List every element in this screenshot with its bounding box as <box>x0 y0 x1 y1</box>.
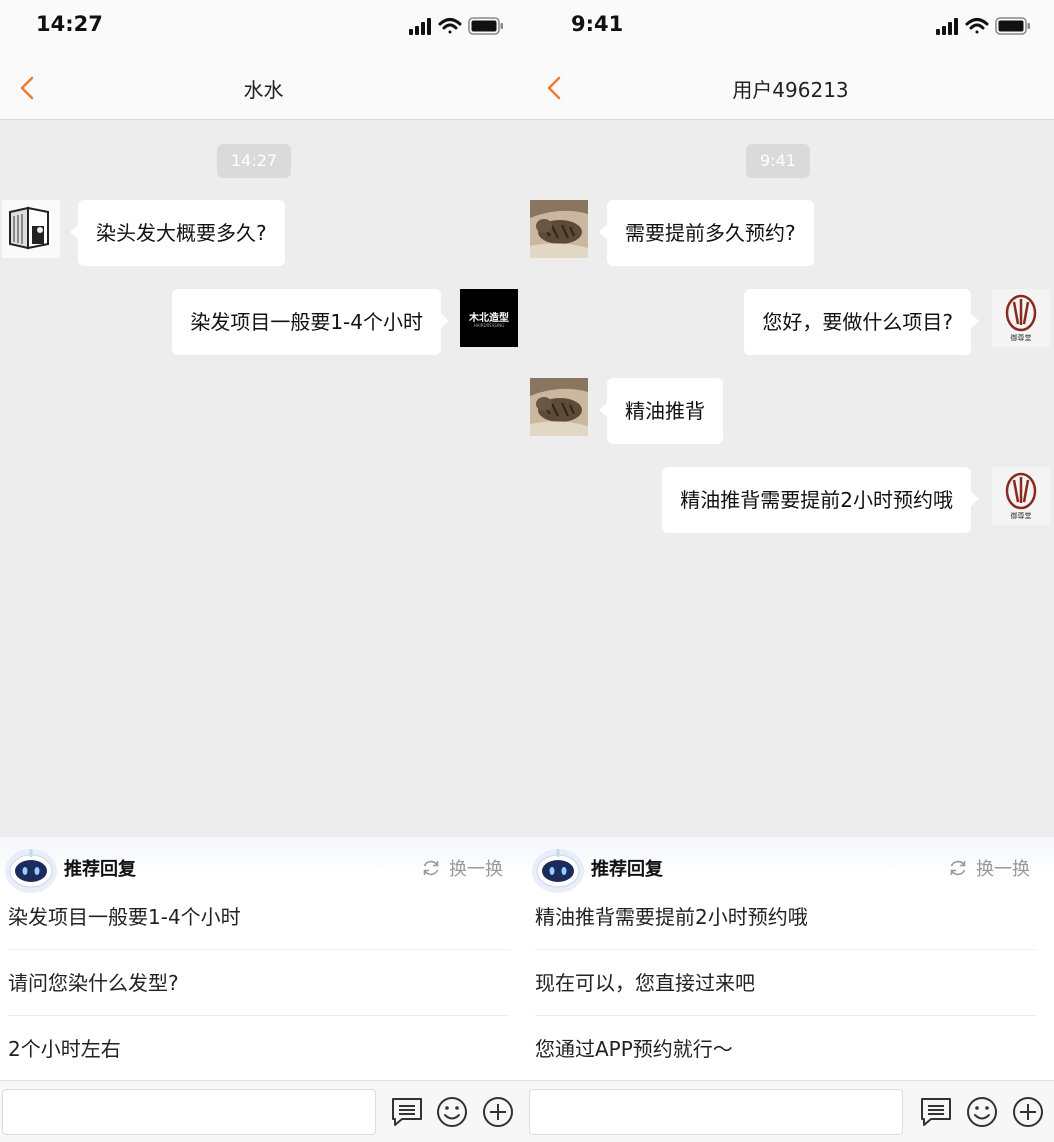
add-icon[interactable] <box>1011 1095 1045 1129</box>
refresh-suggestions-button[interactable]: 换一换 <box>948 855 1030 881</box>
message-timestamp: 9:41 <box>746 144 810 178</box>
status-bar: 14:27 <box>0 0 527 54</box>
message-bubble-incoming: 需要提前多久预约? <box>599 200 814 266</box>
customer-avatar[interactable] <box>530 200 588 258</box>
input-bar <box>527 1080 1054 1142</box>
message-timestamp: 14:27 <box>217 144 292 178</box>
quick-phrase-icon[interactable] <box>390 1095 424 1129</box>
shop-logo-text: 御尊堂 <box>1010 512 1032 520</box>
status-time: 14:27 <box>36 12 103 36</box>
suggestion-item[interactable]: 精油推背需要提前2小时预约哦 <box>535 884 1036 950</box>
add-icon[interactable] <box>481 1095 515 1129</box>
suggestion-item[interactable]: 染发项目一般要1-4个小时 <box>8 884 509 950</box>
cat-photo-avatar <box>530 200 588 258</box>
message-bubble-outgoing: 染发项目一般要1-4个小时 <box>172 289 449 355</box>
sketch-avatar-image <box>2 200 60 258</box>
shop-avatar[interactable]: 木北造型 HAIRDRESSING <box>460 289 518 347</box>
shop-avatar[interactable]: 御尊堂 <box>992 289 1050 347</box>
status-time: 9:41 <box>571 12 624 36</box>
battery-icon <box>995 17 1030 35</box>
input-bar <box>0 1080 527 1142</box>
status-bar: 9:41 <box>527 0 1054 54</box>
signal-icon <box>936 18 958 35</box>
recommended-replies-title: 推荐回复 <box>64 859 136 880</box>
message-bubble-outgoing: 您好，要做什么项目? <box>744 289 979 355</box>
status-icons <box>409 17 503 35</box>
shop-logo-text: 御尊堂 <box>1010 334 1032 342</box>
shop-logo-subtext: HAIRDRESSING <box>473 323 505 328</box>
chat-title: 用户496213 <box>732 78 849 102</box>
screenshot-stage: 14:27 水水 14:27 染头发大概要多久? 染发项目一般要1-4个小时 木… <box>0 0 1054 1142</box>
emoji-icon[interactable] <box>965 1095 999 1129</box>
status-icons <box>936 17 1030 35</box>
wifi-icon <box>438 18 462 34</box>
suggestion-item[interactable]: 2个小时左右 <box>8 1016 509 1082</box>
chat-title: 水水 <box>243 78 284 102</box>
quick-phrase-icon[interactable] <box>919 1095 953 1129</box>
message-area[interactable]: 9:41 需要提前多久预约? 您好，要做什么项目? 御尊堂 精油推背 精油推背需… <box>527 120 1054 837</box>
left-chat-screen: 14:27 水水 14:27 染头发大概要多久? 染发项目一般要1-4个小时 木… <box>0 0 527 1142</box>
message-bubble-outgoing: 精油推背需要提前2小时预约哦 <box>662 467 979 533</box>
cat-photo-avatar <box>530 378 588 436</box>
refresh-label: 换一换 <box>449 859 503 880</box>
suggestion-item[interactable]: 现在可以，您直接过来吧 <box>535 950 1036 1016</box>
suggestion-item[interactable]: 请问您染什么发型? <box>8 950 509 1016</box>
refresh-icon <box>950 860 966 876</box>
message-bubble-incoming: 精油推背 <box>599 378 723 444</box>
signal-icon <box>409 18 431 35</box>
battery-icon <box>468 17 503 35</box>
message-input[interactable] <box>2 1089 376 1135</box>
shop-logo-text: 木北造型 <box>469 313 509 324</box>
right-chat-screen: 9:41 用户496213 9:41 需要提前多久预约? 您好，要做什么项目? … <box>527 0 1054 1142</box>
nav-bar: 水水 <box>0 54 527 120</box>
wifi-icon <box>965 18 989 34</box>
message-area[interactable]: 14:27 染头发大概要多久? 染发项目一般要1-4个小时 木北造型 HAIRD… <box>0 120 527 837</box>
emoji-icon[interactable] <box>435 1095 469 1129</box>
customer-avatar[interactable] <box>2 200 60 258</box>
message-bubble-incoming: 染头发大概要多久? <box>70 200 285 266</box>
customer-avatar[interactable] <box>530 378 588 436</box>
message-input[interactable] <box>529 1089 903 1135</box>
recommended-replies-panel: 推荐回复 换一换 染发项目一般要1-4个小时 请问您染什么发型? 2个小时左右 <box>0 837 527 1080</box>
recommended-replies-title: 推荐回复 <box>591 859 663 880</box>
refresh-suggestions-button[interactable]: 换一换 <box>421 855 503 881</box>
refresh-icon <box>423 860 439 876</box>
shop-avatar[interactable]: 御尊堂 <box>992 467 1050 525</box>
nav-bar: 用户496213 <box>527 54 1054 120</box>
suggestion-item[interactable]: 您通过APP预约就行～ <box>535 1016 1036 1082</box>
refresh-label: 换一换 <box>976 859 1030 880</box>
recommended-replies-panel: 推荐回复 换一换 精油推背需要提前2小时预约哦 现在可以，您直接过来吧 您通过A… <box>527 837 1054 1080</box>
